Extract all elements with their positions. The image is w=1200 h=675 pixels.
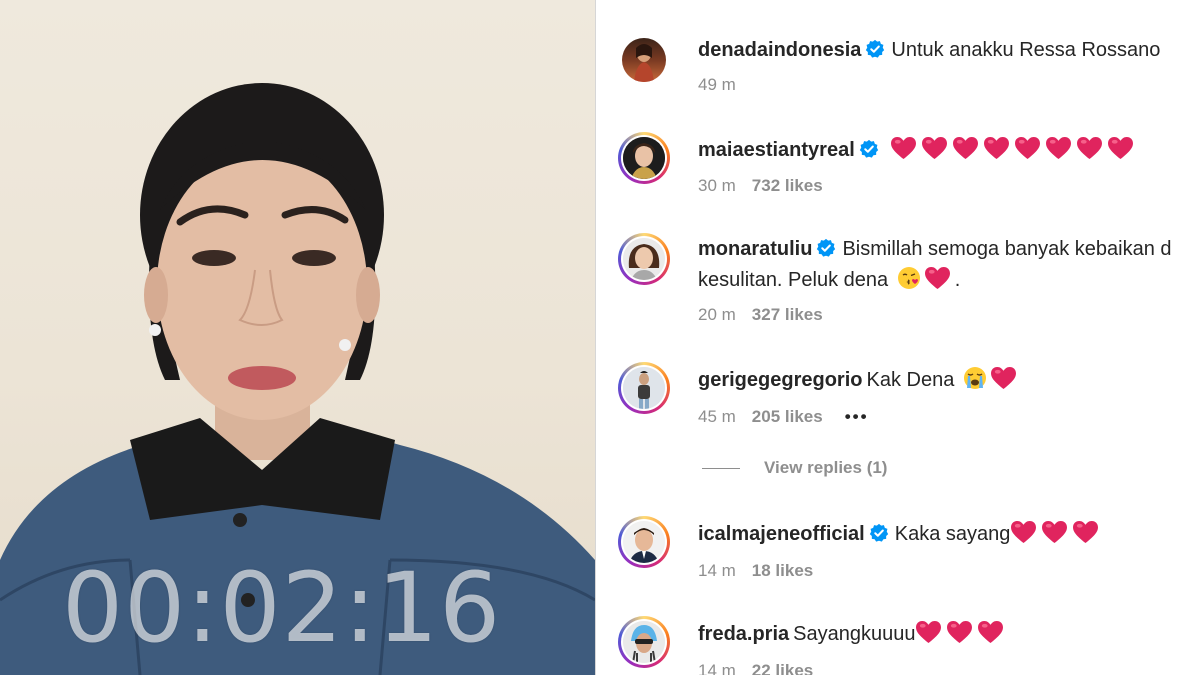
verified-badge-icon <box>816 238 836 258</box>
red-heart-emoji-icon <box>1076 136 1103 160</box>
crying-face-emoji-icon <box>963 367 986 389</box>
comment-likes[interactable]: 732 likes <box>752 176 823 195</box>
red-heart-emoji-icon <box>1041 520 1068 544</box>
red-heart-emoji-icon <box>1014 136 1041 160</box>
comment-likes[interactable]: 22 likes <box>752 661 813 675</box>
avatar[interactable] <box>618 233 670 285</box>
more-options-icon[interactable]: ••• <box>845 407 869 426</box>
red-heart-emoji-icon <box>1045 136 1072 160</box>
replies-line <box>702 468 740 470</box>
avatar-image <box>623 137 665 179</box>
comments-panel[interactable]: denadaindonesia Untuk anakku Ressa Rossan… <box>596 0 1200 675</box>
comment-username[interactable]: maiaestiantyreal <box>698 139 855 161</box>
red-heart-emoji-icon <box>983 136 1010 160</box>
comment-likes[interactable]: 18 likes <box>752 561 813 580</box>
comment-text-line2: kesulitan. Peluk dena <box>698 269 889 291</box>
comment-time[interactable]: 49 m <box>698 75 736 94</box>
avatar-image <box>634 44 654 82</box>
comment-likes[interactable]: 327 likes <box>752 305 823 324</box>
comment-text: Bismillah semoga banyak kebaikan d <box>842 238 1172 260</box>
avatar-image <box>623 238 665 280</box>
comment-text: Sayangkuuuu <box>793 623 916 645</box>
avatar[interactable] <box>618 132 670 184</box>
red-heart-emoji-icon <box>890 136 917 160</box>
red-heart-emoji-icon <box>990 366 1017 390</box>
verified-badge-icon <box>869 523 889 543</box>
comment-time[interactable]: 14 m <box>698 661 736 675</box>
comment-likes[interactable]: 205 likes <box>752 407 823 426</box>
red-heart-emoji-icon <box>1010 520 1037 544</box>
red-heart-emoji-icon <box>924 266 951 290</box>
avatar[interactable] <box>618 362 670 414</box>
comment-username[interactable]: freda.pria <box>698 623 789 645</box>
red-heart-emoji-icon <box>915 620 942 644</box>
avatar[interactable] <box>618 34 670 86</box>
comment-time[interactable]: 45 m <box>698 407 736 426</box>
video-timer: 00:02:16 <box>62 552 502 664</box>
comment-text: Kaka sayang <box>894 523 1011 545</box>
avatar-image <box>623 521 665 563</box>
view-replies-button[interactable]: View replies (1) <box>702 458 887 478</box>
comment-username[interactable]: monaratuliu <box>698 238 812 260</box>
comment-suffix: . <box>954 269 961 291</box>
red-heart-emoji-icon <box>921 136 948 160</box>
avatar-image <box>623 367 665 409</box>
comment-username[interactable]: denadaindonesia <box>698 39 861 61</box>
red-heart-emoji-icon <box>1072 520 1099 544</box>
red-heart-emoji-icon <box>977 620 1004 644</box>
comment-text: Kak Dena <box>866 369 955 391</box>
avatar-image <box>623 621 665 663</box>
avatar[interactable] <box>618 516 670 568</box>
avatar[interactable] <box>618 616 670 668</box>
kissing-face-emoji-icon <box>897 267 920 289</box>
view-replies-label: View replies (1) <box>764 458 888 477</box>
red-heart-emoji-icon <box>1107 136 1134 160</box>
comment-username[interactable]: icalmajeneofficial <box>698 523 865 545</box>
comment-time[interactable]: 30 m <box>698 176 736 195</box>
heart-emoji-group <box>890 139 1138 161</box>
comment-text: Untuk anakku Ressa Rossano <box>891 39 1161 61</box>
comment-time[interactable]: 14 m <box>698 561 736 580</box>
video-player[interactable]: 00:02:16 <box>0 0 595 675</box>
comment-username[interactable]: gerigegegregorio <box>698 369 862 391</box>
comment-time[interactable]: 20 m <box>698 305 736 324</box>
red-heart-emoji-icon <box>952 136 979 160</box>
red-heart-emoji-icon <box>946 620 973 644</box>
verified-badge-icon <box>865 39 885 59</box>
verified-badge-icon <box>859 139 879 159</box>
